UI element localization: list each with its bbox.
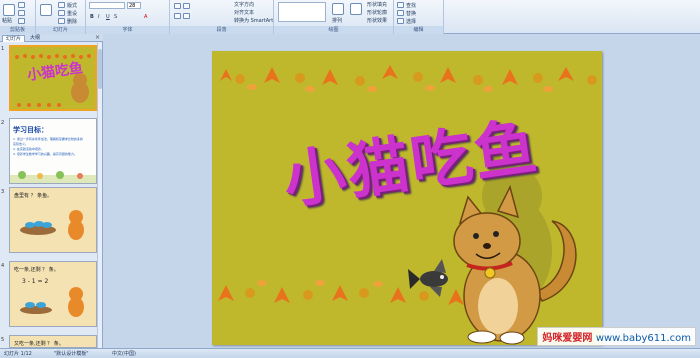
shape-fill-button[interactable]: 形状填充 [367, 2, 387, 8]
thumb-2-decoration [10, 171, 96, 183]
copy-icon[interactable] [18, 10, 25, 16]
group-label-paragraph: 段落 [170, 26, 273, 34]
theme-name: "默认设计模板" [54, 351, 89, 357]
shape-outline-button[interactable]: 形状轮廓 [367, 10, 387, 16]
powerpoint-window: 粘贴 剪贴板 版式 重设 删除 幻灯片 28 B I U S A 字体 文字方向… [0, 0, 700, 358]
reset-icon[interactable] [58, 10, 65, 16]
text-direction-button[interactable]: 文字方向 [234, 2, 254, 8]
arrange-button[interactable]: 排列 [332, 18, 342, 24]
slide-thumbnail-4[interactable]: 吃一条,还剩 ？ 条。 3 - 1 = 2 [9, 261, 97, 327]
numbering-icon[interactable] [183, 3, 190, 9]
slide-thumbnail-2[interactable]: 学习目标： 1. 通过一步有余条件加法，理解和掌握求比较的多的 实际含义。 2.… [9, 118, 97, 184]
delete-icon[interactable] [58, 18, 65, 24]
underline-button[interactable]: U [106, 14, 110, 20]
thumb-4-art [20, 287, 84, 317]
watermark-url: www.baby611.com [595, 333, 691, 344]
cut-icon[interactable] [18, 2, 25, 8]
align-text-button[interactable]: 对齐文本 [234, 10, 254, 16]
watermark-brand: 妈咪爱婴网 [542, 333, 593, 344]
slide-thumbnail-5[interactable]: 又吃一条,还剩 ？ 条。 [9, 335, 97, 348]
slide-thumbnail-3[interactable]: 盘里有 ？ 条鱼。 [9, 187, 97, 253]
delete-button[interactable]: 删除 [67, 19, 77, 25]
pane-scroll-thumb[interactable] [98, 49, 102, 89]
format-painter-icon[interactable] [18, 18, 25, 24]
font-size-dropdown[interactable]: 28 [127, 2, 141, 9]
quick-styles-icon[interactable] [350, 3, 362, 15]
pane-tabs: 幻灯片 大纲 × [0, 34, 103, 42]
close-icon[interactable]: × [95, 35, 100, 41]
font-name-dropdown[interactable] [89, 2, 125, 9]
slides-group: 版式 重设 删除 幻灯片 [36, 0, 86, 34]
select-icon[interactable] [397, 18, 404, 24]
tab-outline[interactable]: 大纲 [27, 35, 43, 42]
new-slide-icon[interactable] [40, 4, 52, 16]
select-button[interactable]: 选择 [406, 19, 416, 25]
layout-button[interactable]: 版式 [67, 3, 77, 9]
shadow-button[interactable]: S [114, 14, 117, 20]
clipboard-group: 粘贴 剪贴板 [0, 0, 36, 34]
reset-button[interactable]: 重设 [67, 11, 77, 17]
replace-icon[interactable] [397, 10, 404, 16]
thumb-number: 1 [1, 46, 5, 52]
thumb-number: 3 [1, 189, 5, 195]
align-center-icon[interactable] [183, 13, 190, 19]
paste-button[interactable]: 粘贴 [2, 18, 12, 24]
italic-button[interactable]: I [98, 14, 99, 20]
language-indicator[interactable]: 中文(中国) [112, 350, 136, 358]
group-label-editing: 编辑 [394, 26, 443, 34]
cat-illustration [453, 184, 577, 345]
thumb-5-title: 又吃一条,还剩 ？ 条。 [14, 341, 64, 347]
paste-icon[interactable] [3, 4, 15, 16]
smartart-button[interactable]: 转换为 SmartArt [234, 18, 273, 24]
find-icon[interactable] [397, 2, 404, 8]
group-label-clipboard: 剪贴板 [0, 26, 35, 34]
bullets-icon[interactable] [174, 3, 181, 9]
paragraph-group: 文字方向 对齐文本 转换为 SmartArt 段落 [170, 0, 274, 34]
group-label-font: 字体 [86, 26, 169, 34]
replace-button[interactable]: 替换 [406, 11, 416, 17]
font-group: 28 B I U S A 字体 [86, 0, 170, 34]
fish-illustration [408, 259, 448, 297]
font-color-button[interactable]: A [144, 14, 147, 20]
group-label-drawing: 绘图 [274, 26, 393, 34]
drawing-group: 排列 形状填充 形状轮廓 形状效果 绘图 [274, 0, 394, 34]
slide-thumbnail-1[interactable]: 小猫吃鱼 [9, 45, 97, 111]
group-label-slides: 幻灯片 [36, 26, 85, 34]
align-left-icon[interactable] [174, 13, 181, 19]
thumb-number: 5 [1, 337, 5, 343]
thumb-3-art [20, 210, 84, 240]
arrange-icon[interactable] [332, 3, 344, 15]
tab-slides[interactable]: 幻灯片 [2, 35, 26, 42]
ribbon: 粘贴 剪贴板 版式 重设 删除 幻灯片 28 B I U S A 字体 文字方向… [0, 0, 700, 34]
editing-group: 查找 替换 选择 编辑 [394, 0, 444, 34]
pane-scrollbar[interactable] [97, 43, 102, 348]
shape-effects-button[interactable]: 形状效果 [367, 18, 387, 24]
slide-editor: 小猫吃鱼 [104, 34, 700, 348]
layout-icon[interactable] [58, 2, 65, 8]
slides-pane: 幻灯片 大纲 × 1 小猫吃鱼 2 学习目标： 1. 通过一步有余条件加法，理解… [0, 34, 103, 348]
shapes-gallery[interactable] [278, 2, 326, 22]
site-watermark: 妈咪爱婴网 www.baby611.com [537, 327, 696, 346]
bold-button[interactable]: B [90, 14, 94, 20]
thumb-number: 2 [1, 120, 5, 126]
thumb-number: 4 [1, 263, 5, 269]
slide-counter: 幻灯片 1/12 [4, 351, 32, 357]
status-bar: 幻灯片 1/12 "默认设计模板" 中文(中国) [0, 348, 700, 358]
find-button[interactable]: 查找 [406, 3, 416, 9]
top-leaf-border [220, 65, 597, 92]
current-slide[interactable]: 小猫吃鱼 [212, 51, 602, 345]
